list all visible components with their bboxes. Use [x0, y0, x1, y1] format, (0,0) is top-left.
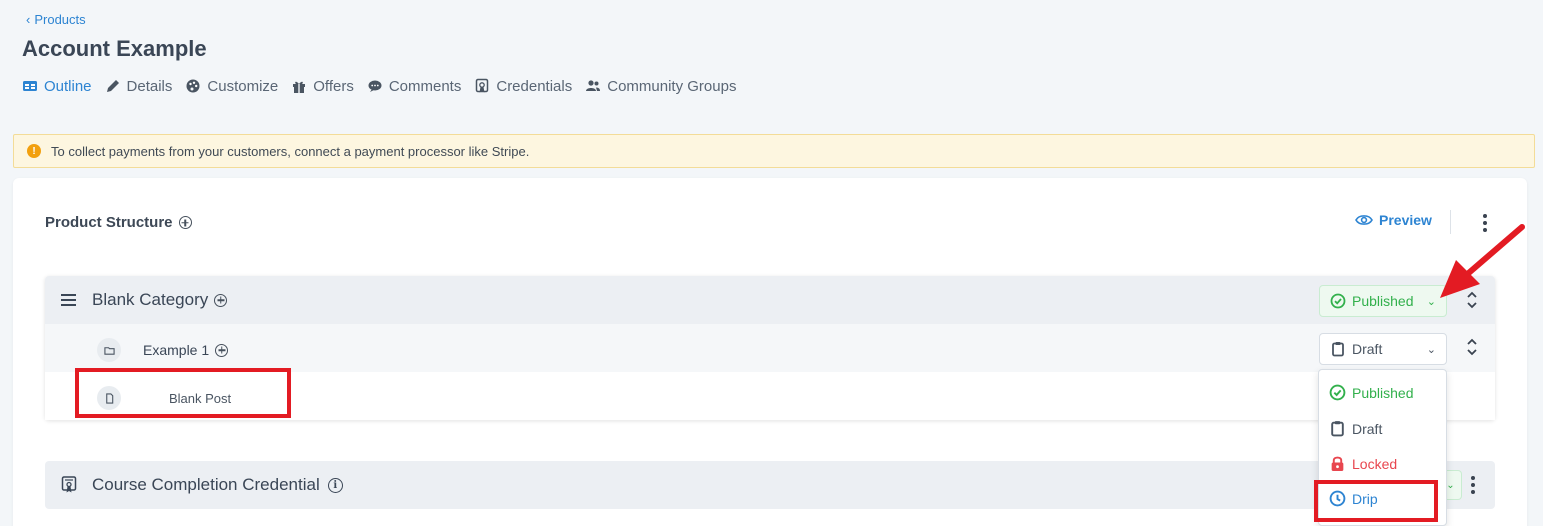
- product-structure-card: Product Structure Preview Blank Category…: [13, 178, 1527, 526]
- tab-customize[interactable]: Customize: [185, 76, 278, 96]
- preview-label: Preview: [1379, 212, 1432, 228]
- status-option-published[interactable]: Published: [1329, 384, 1414, 401]
- clipboard-icon: [1331, 421, 1344, 437]
- status-option-locked[interactable]: Locked: [1329, 455, 1397, 472]
- tab-credentials[interactable]: Credentials: [474, 76, 572, 96]
- product-structure-header: Product Structure: [45, 214, 192, 231]
- comment-icon: [368, 80, 382, 92]
- category-status-label: Published: [1352, 293, 1414, 309]
- outline-tree: Blank Category Published ⌄ Example 1 Dra…: [45, 276, 1495, 420]
- product-structure-title: Product Structure: [45, 214, 173, 231]
- product-tabs: Outline Details Customize Offers Comment…: [22, 76, 736, 96]
- check-circle-icon: [1329, 384, 1346, 401]
- subcategory-status-select[interactable]: Draft ⌄: [1319, 333, 1447, 365]
- certificate-icon: [476, 78, 489, 93]
- status-option-draft[interactable]: Draft: [1329, 420, 1382, 437]
- subcategory-row[interactable]: Example 1 Draft ⌄: [45, 324, 1495, 372]
- status-dropdown-menu: Published Draft Locked Drip: [1318, 369, 1447, 526]
- credential-title: Course Completion Credential: [92, 475, 320, 494]
- tab-comments-label: Comments: [388, 77, 462, 95]
- status-option-locked-label: Locked: [1352, 455, 1398, 472]
- status-option-published-label: Published: [1352, 384, 1414, 401]
- credential-row[interactable]: Course Completion Credential i: [45, 461, 1495, 509]
- clipboard-icon: [1332, 342, 1344, 357]
- folder-icon: [97, 338, 121, 362]
- certificate-icon: [61, 476, 77, 493]
- info-icon[interactable]: i: [327, 477, 343, 493]
- gift-icon: [293, 81, 306, 93]
- chevron-down-icon: ⌄: [1426, 295, 1436, 308]
- add-to-category-icon[interactable]: [214, 293, 228, 307]
- tab-outline-label: Outline: [44, 77, 92, 95]
- tab-customize-label: Customize: [207, 77, 279, 95]
- reorder-arrows-icon[interactable]: [1466, 337, 1478, 357]
- subcategory-title: Example 1: [143, 342, 210, 358]
- users-icon: [586, 80, 601, 91]
- page-title: Account Example: [22, 36, 207, 61]
- post-label-group: Blank Post: [97, 386, 231, 410]
- palette-icon: [186, 79, 200, 93]
- chevron-left-icon: ‹: [26, 12, 31, 27]
- structure-more-menu[interactable]: [1482, 214, 1488, 232]
- alert-icon: !: [27, 144, 41, 158]
- category-row[interactable]: Blank Category Published ⌄: [45, 276, 1495, 324]
- preview-button[interactable]: Preview: [1355, 212, 1432, 228]
- post-title: Blank Post: [169, 390, 232, 406]
- tab-details[interactable]: Details: [105, 76, 173, 96]
- lock-icon: [1331, 456, 1344, 471]
- subcategory-label-group: Example 1: [97, 338, 229, 362]
- tab-comments[interactable]: Comments: [367, 76, 462, 96]
- add-structure-icon[interactable]: [178, 216, 192, 229]
- back-to-products-link[interactable]: ‹ Products: [26, 12, 86, 27]
- credential-more-menu[interactable]: [1470, 476, 1476, 494]
- pencil-icon: [106, 80, 119, 92]
- tab-community-groups[interactable]: Community Groups: [585, 76, 736, 96]
- credential-title-wrap: Course Completion Credential i: [92, 475, 343, 495]
- header-divider: [1450, 210, 1451, 234]
- check-circle-icon: [1330, 293, 1346, 309]
- category-title: Blank Category: [92, 290, 209, 309]
- post-row[interactable]: Blank Post: [45, 372, 1495, 420]
- tab-outline[interactable]: Outline: [22, 76, 92, 96]
- back-link-label: Products: [34, 12, 86, 27]
- subcategory-status-label: Draft: [1352, 341, 1383, 357]
- subcategory-title-wrap: Example 1: [143, 342, 229, 358]
- tab-details-label: Details: [126, 77, 173, 95]
- file-icon: [97, 386, 121, 410]
- drag-handle-icon[interactable]: [61, 294, 76, 306]
- outline-icon: [23, 81, 37, 91]
- chevron-down-icon: ⌄: [1426, 343, 1436, 356]
- tab-offers[interactable]: Offers: [291, 76, 354, 96]
- category-status-select[interactable]: Published ⌄: [1319, 285, 1447, 317]
- clock-icon: [1329, 490, 1346, 507]
- status-option-drip-label: Drip: [1352, 490, 1378, 507]
- reorder-arrows-icon[interactable]: [1466, 290, 1478, 310]
- add-to-subcategory-icon[interactable]: [215, 343, 229, 357]
- tab-offers-label: Offers: [313, 77, 354, 95]
- category-label-group: Blank Category: [61, 290, 228, 310]
- status-option-drip[interactable]: Drip: [1329, 490, 1378, 507]
- credential-label-group: Course Completion Credential i: [61, 475, 343, 495]
- status-option-draft-label: Draft: [1352, 420, 1383, 437]
- category-title-wrap: Blank Category: [92, 290, 228, 310]
- alert-text: To collect payments from your customers,…: [51, 143, 530, 159]
- tab-community-groups-label: Community Groups: [607, 77, 737, 95]
- chevron-down-icon: ⌄: [1446, 479, 1455, 491]
- tab-credentials-label: Credentials: [496, 77, 573, 95]
- payment-alert: ! To collect payments from your customer…: [13, 134, 1535, 168]
- eye-icon: [1355, 215, 1373, 225]
